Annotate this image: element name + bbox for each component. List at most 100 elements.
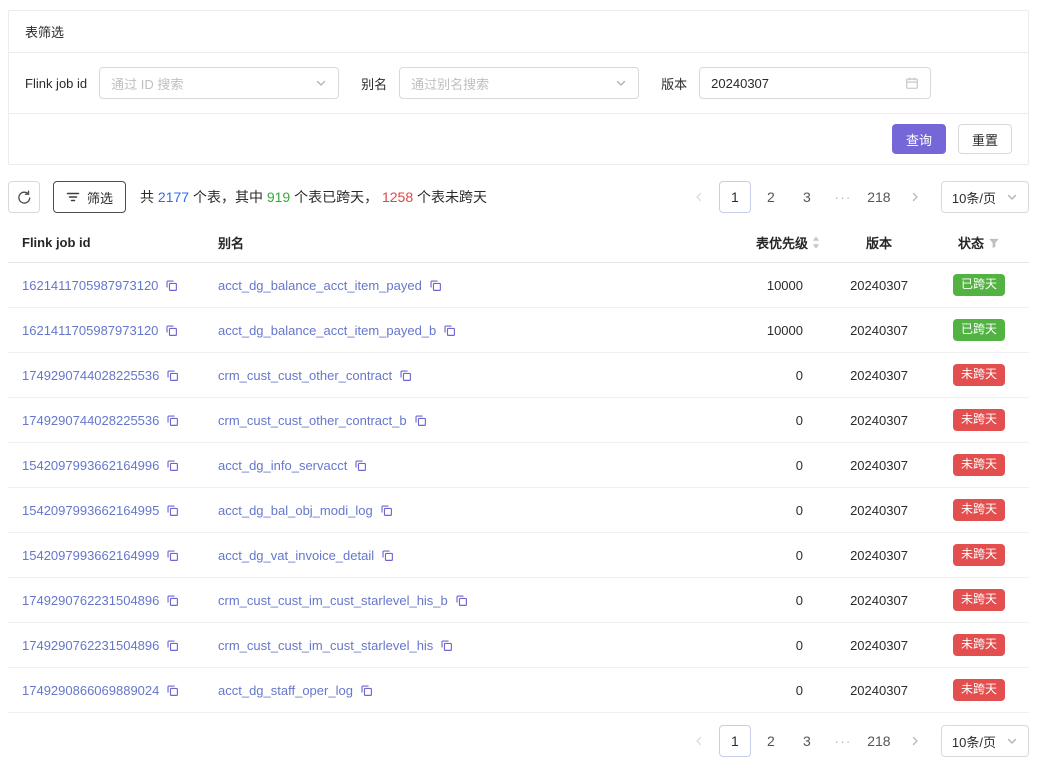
- page-button-2[interactable]: 2: [755, 181, 787, 213]
- column-header-flink-job-id: Flink job id: [8, 235, 218, 250]
- copy-icon[interactable]: [166, 684, 179, 697]
- job-id-link[interactable]: 1542097993662164999: [22, 548, 159, 563]
- next-page-button[interactable]: [899, 725, 931, 757]
- copy-icon[interactable]: [440, 639, 453, 652]
- status-badge: 未跨天: [953, 364, 1005, 386]
- calendar-icon: [905, 76, 919, 90]
- table-body: 1621411705987973120 acct_dg_balance_acct…: [8, 263, 1029, 713]
- flink-job-id-select[interactable]: 通过 ID 搜索: [99, 67, 339, 99]
- alias-link[interactable]: acct_dg_balance_acct_item_payed_b: [218, 323, 436, 338]
- summary-part: 共: [140, 189, 158, 205]
- copy-icon[interactable]: [166, 594, 179, 607]
- status-header-label: 状态: [958, 233, 984, 252]
- alias-link[interactable]: crm_cust_cust_other_contract: [218, 368, 392, 383]
- alias-link[interactable]: acct_dg_info_servacct: [218, 458, 347, 473]
- job-id-link[interactable]: 1542097993662164996: [22, 458, 159, 473]
- version-cell: 20240307: [829, 638, 929, 653]
- page-button-3[interactable]: 3: [791, 725, 823, 757]
- version-cell: 20240307: [829, 458, 929, 473]
- table-row: 1749290744028225536 crm_cust_cust_other_…: [8, 398, 1029, 443]
- job-id-link[interactable]: 1749290744028225536: [22, 368, 159, 383]
- job-id-link[interactable]: 1621411705987973120: [22, 323, 158, 338]
- column-header-priority[interactable]: 表优先级: [659, 233, 829, 252]
- filter-field-flink-job-id: Flink job id 通过 ID 搜索: [25, 67, 339, 99]
- page-button-1[interactable]: 1: [719, 725, 751, 757]
- copy-icon[interactable]: [429, 279, 442, 292]
- job-id-link[interactable]: 1621411705987973120: [22, 278, 158, 293]
- version-cell: 20240307: [829, 368, 929, 383]
- copy-icon[interactable]: [381, 549, 394, 562]
- chevron-right-icon: [909, 191, 921, 203]
- table-row: 1749290744028225536 crm_cust_cust_other_…: [8, 353, 1029, 398]
- job-id-link[interactable]: 1749290762231504896: [22, 593, 159, 608]
- table-header-row: Flink job id 别名 表优先级 版本 状态: [8, 223, 1029, 263]
- alias-link[interactable]: crm_cust_cust_im_cust_starlevel_his_b: [218, 593, 448, 608]
- copy-icon[interactable]: [166, 414, 179, 427]
- job-id-link[interactable]: 1749290744028225536: [22, 413, 159, 428]
- alias-select[interactable]: 通过别名搜索: [399, 67, 639, 99]
- page-button-1[interactable]: 1: [719, 181, 751, 213]
- alias-link[interactable]: acct_dg_bal_obj_modi_log: [218, 503, 373, 518]
- chevron-left-icon: [693, 191, 705, 203]
- copy-icon[interactable]: [354, 459, 367, 472]
- copy-icon[interactable]: [380, 504, 393, 517]
- copy-icon[interactable]: [399, 369, 412, 382]
- page-button-218[interactable]: 218: [863, 181, 895, 213]
- job-id-link[interactable]: 1749290762231504896: [22, 638, 159, 653]
- version-date-input[interactable]: 20240307: [699, 67, 931, 99]
- page-button-218[interactable]: 218: [863, 725, 895, 757]
- copy-icon[interactable]: [166, 549, 179, 562]
- copy-icon[interactable]: [414, 414, 427, 427]
- page-button-2[interactable]: 2: [755, 725, 787, 757]
- copy-icon[interactable]: [166, 639, 179, 652]
- chevron-left-icon: [693, 735, 705, 747]
- reset-button[interactable]: 重置: [958, 124, 1012, 154]
- filter-funnel-icon[interactable]: [988, 237, 1000, 249]
- prev-page-button[interactable]: [683, 181, 715, 213]
- copy-icon[interactable]: [165, 279, 178, 292]
- priority-cell: 0: [659, 458, 829, 473]
- copy-icon[interactable]: [165, 324, 178, 337]
- version-value: 20240307: [711, 76, 769, 91]
- copy-icon[interactable]: [166, 504, 179, 517]
- filter-toggle-button[interactable]: 筛选: [53, 181, 126, 213]
- refresh-button[interactable]: [8, 181, 40, 213]
- filter-field-version: 版本 20240307: [661, 67, 931, 99]
- pagination-ellipsis[interactable]: ···: [827, 725, 859, 757]
- copy-icon[interactable]: [166, 369, 179, 382]
- query-button[interactable]: 查询: [892, 124, 946, 154]
- sort-icon[interactable]: [811, 235, 821, 250]
- page-size-label: 10条/页: [952, 188, 996, 207]
- status-badge: 未跨天: [953, 679, 1005, 701]
- alias-link[interactable]: crm_cust_cust_other_contract_b: [218, 413, 407, 428]
- prev-page-button[interactable]: [683, 725, 715, 757]
- summary-part: 919: [267, 189, 290, 205]
- page-size-select[interactable]: 10条/页: [941, 181, 1029, 213]
- job-id-link[interactable]: 1749290866069889024: [22, 683, 159, 698]
- version-cell: 20240307: [829, 413, 929, 428]
- page-size-select[interactable]: 10条/页: [941, 725, 1029, 757]
- alias-link[interactable]: acct_dg_staff_oper_log: [218, 683, 353, 698]
- alias-link[interactable]: crm_cust_cust_im_cust_starlevel_his: [218, 638, 433, 653]
- copy-icon[interactable]: [455, 594, 468, 607]
- page-size-label: 10条/页: [952, 732, 996, 751]
- next-page-button[interactable]: [899, 181, 931, 213]
- filter-panel-title: 表筛选: [9, 11, 1028, 53]
- status-badge: 未跨天: [953, 544, 1005, 566]
- copy-icon[interactable]: [166, 459, 179, 472]
- copy-icon[interactable]: [443, 324, 456, 337]
- priority-header-label: 表优先级: [756, 233, 808, 252]
- alias-link[interactable]: acct_dg_balance_acct_item_payed: [218, 278, 422, 293]
- job-id-link[interactable]: 1542097993662164995: [22, 503, 159, 518]
- version-label: 版本: [661, 74, 687, 93]
- filter-panel: 表筛选 Flink job id 通过 ID 搜索 别名 通过别名搜索: [8, 10, 1029, 165]
- pagination-ellipsis[interactable]: ···: [827, 181, 859, 213]
- priority-cell: 0: [659, 683, 829, 698]
- page-button-3[interactable]: 3: [791, 181, 823, 213]
- copy-icon[interactable]: [360, 684, 373, 697]
- alias-link[interactable]: acct_dg_vat_invoice_detail: [218, 548, 374, 563]
- table-row: 1542097993662164996 acct_dg_info_servacc…: [8, 443, 1029, 488]
- summary-part: 个表已跨天，: [290, 189, 382, 205]
- chevron-down-icon: [1006, 191, 1018, 203]
- chevron-down-icon: [1006, 735, 1018, 747]
